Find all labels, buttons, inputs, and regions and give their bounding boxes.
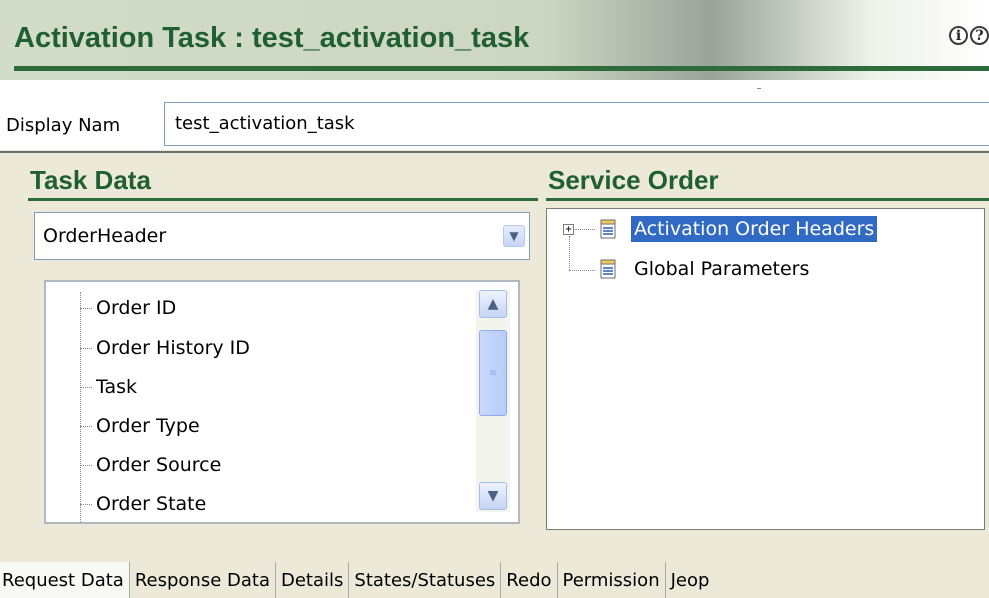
activation-task-window: Activation Task : test_activation_task i… <box>0 0 989 598</box>
chevron-down-icon[interactable]: ▼ <box>503 225 525 247</box>
scroll-down-icon[interactable]: ▼ <box>479 482 507 510</box>
tab-redo[interactable]: Redo <box>501 562 558 598</box>
display-name-label: Display Nam <box>6 115 121 136</box>
task-data-divider <box>28 198 538 201</box>
header-bar: Activation Task : test_activation_task i… <box>0 0 989 80</box>
help-icon[interactable]: ? <box>970 26 989 45</box>
service-order-title: Service Order <box>548 165 719 195</box>
page-title: Activation Task : test_activation_task <box>14 22 530 54</box>
tab-permission[interactable]: Permission <box>558 562 666 598</box>
panel-separator <box>0 151 989 153</box>
scroll-thumb[interactable]: ≡ <box>479 330 507 416</box>
tab-states-statuses[interactable]: States/Statuses <box>349 562 502 598</box>
task-data-title: Task Data <box>30 165 151 195</box>
display-name-input[interactable]: test_activation_task <box>164 102 989 146</box>
expand-plus-icon[interactable]: + <box>563 224 574 235</box>
tree-item[interactable]: Order ID <box>80 292 176 324</box>
tree-item[interactable]: Order Source <box>80 449 221 481</box>
header-icons: i ? <box>949 26 989 45</box>
tree-connector <box>569 270 595 271</box>
tree-item[interactable]: Order Type <box>80 410 200 442</box>
tree-connector <box>569 236 570 270</box>
document-icon <box>600 259 616 279</box>
task-data-dropdown-value: OrderHeader <box>43 225 167 247</box>
tab-details[interactable]: Details <box>276 562 350 598</box>
tab-request-data[interactable]: Request Data <box>0 562 130 598</box>
tab-response-data[interactable]: Response Data <box>130 562 276 598</box>
scroll-up-icon[interactable]: ▲ <box>479 290 507 318</box>
divider-mark <box>757 88 761 89</box>
tree-item[interactable]: Order History ID <box>80 332 250 364</box>
tree-item-activation-order-headers[interactable]: Activation Order Headers <box>631 216 878 242</box>
tab-bar: Request Data Response Data Details State… <box>0 562 714 598</box>
service-order-divider <box>546 198 989 201</box>
tree-item[interactable]: Order State <box>80 488 206 520</box>
tree-item[interactable]: Task <box>80 371 137 403</box>
tree-connector <box>575 229 595 230</box>
tree-item-global-parameters[interactable]: Global Parameters <box>631 256 812 282</box>
info-icon[interactable]: i <box>949 26 968 45</box>
tab-jeop[interactable]: Jeop <box>666 562 715 598</box>
task-data-dropdown[interactable]: OrderHeader ▼ <box>34 212 530 260</box>
header-divider <box>14 66 989 71</box>
task-data-tree: Order ID Order History ID Task Order Typ… <box>44 280 520 524</box>
tree-scrollbar[interactable]: ▲ ≡ ▼ <box>476 290 510 512</box>
document-icon <box>600 219 616 239</box>
